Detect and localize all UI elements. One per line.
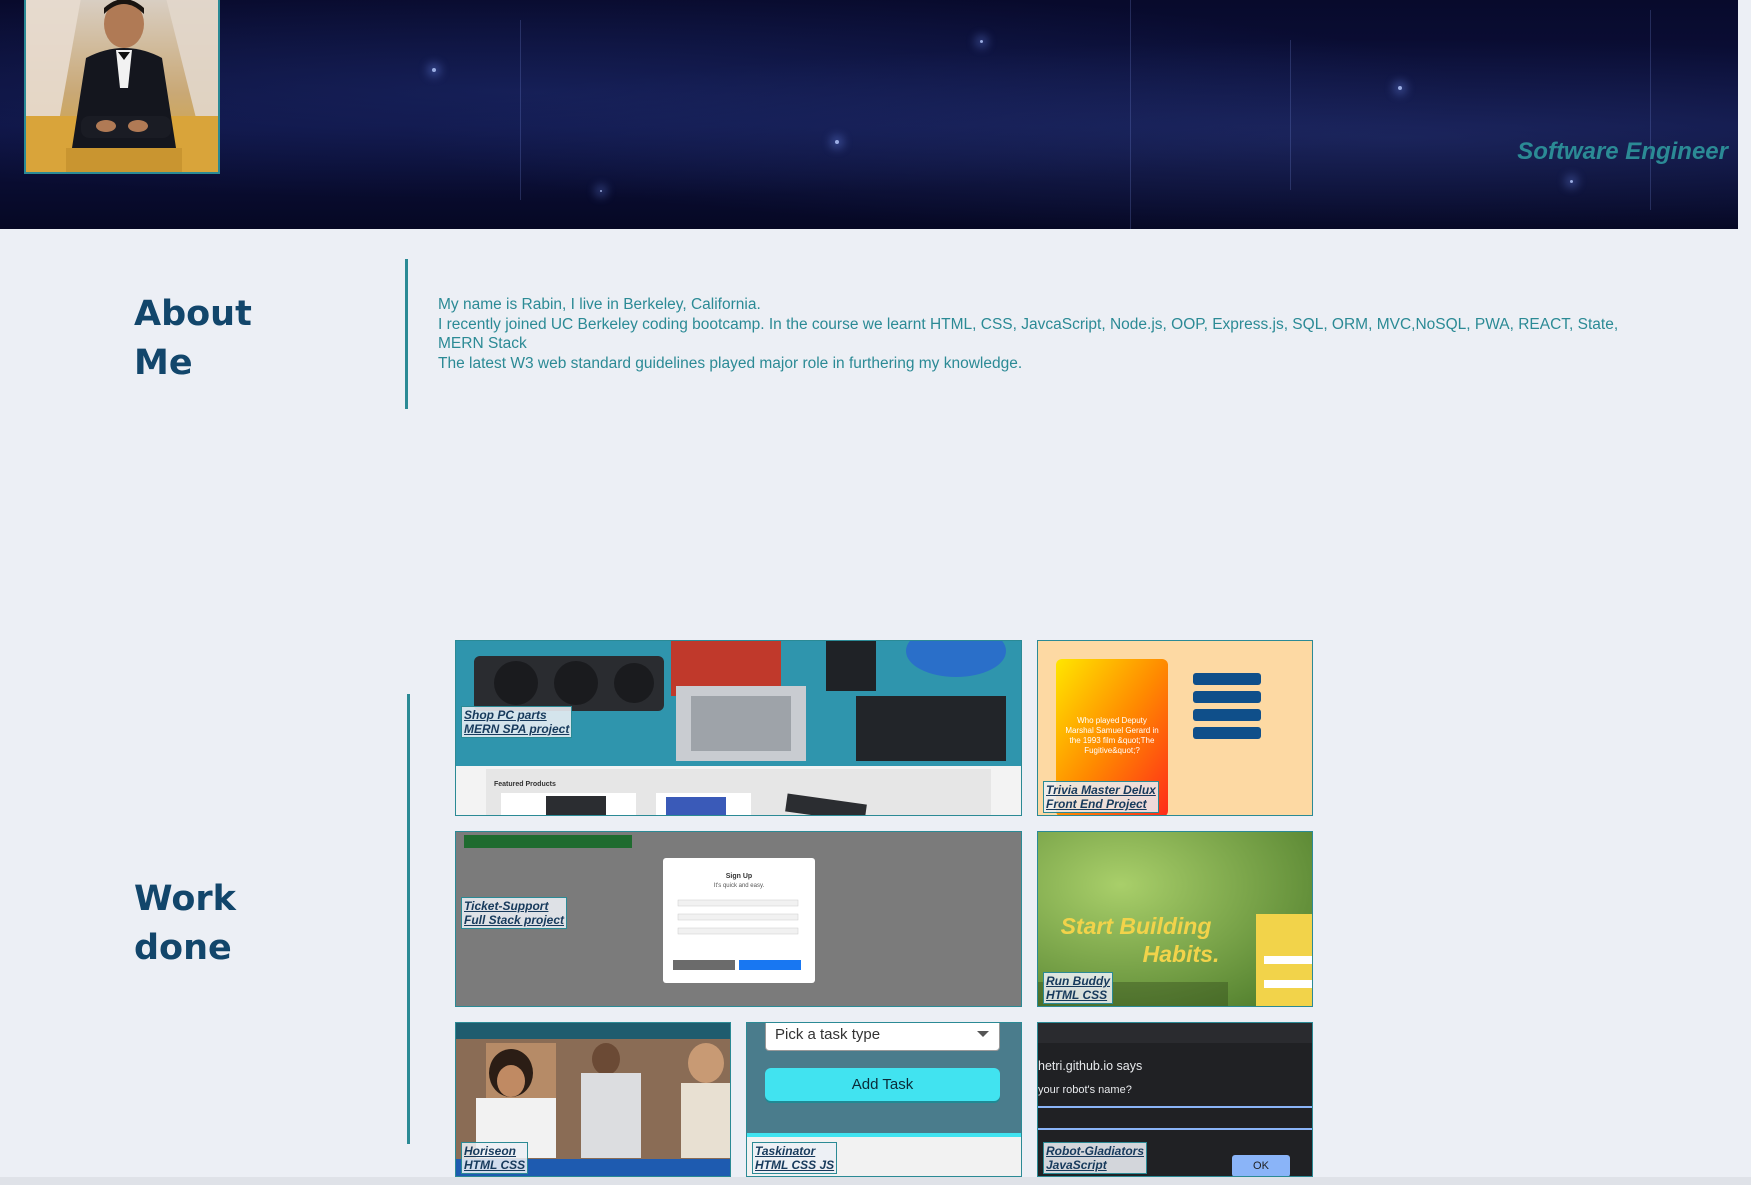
dialog-origin-text: hetri.github.io says <box>1038 1059 1143 1073</box>
about-divider <box>405 259 408 409</box>
project-subtitle[interactable]: Front End Project <box>1046 797 1156 811</box>
header-banner: Software Engineer <box>0 0 1738 229</box>
svg-text:Start Building: Start Building <box>1061 913 1212 939</box>
horizontal-scrollbar[interactable] <box>0 1177 1751 1185</box>
project-subtitle[interactable]: JavaScript <box>1046 1158 1144 1172</box>
about-paragraph: I recently joined UC Berkeley coding boo… <box>438 315 1619 353</box>
profile-photo <box>24 0 220 174</box>
task-type-text: Pick a task type <box>775 1026 881 1043</box>
work-heading: Work done <box>134 875 236 973</box>
svg-text:Marshal Samuel Gerard in: Marshal Samuel Gerard in <box>1065 726 1158 735</box>
project-title[interactable]: Robot-Gladiators <box>1046 1144 1144 1158</box>
work-heading-line2: done <box>134 928 232 968</box>
project-subtitle[interactable]: HTML CSS JS <box>755 1158 834 1172</box>
project-label[interactable]: Ticket-Support Full Stack project <box>461 897 568 929</box>
project-card-ticket-support[interactable]: Sign Up It's quick and easy. Ticket-Supp… <box>455 831 1022 1007</box>
project-title[interactable]: Ticket-Support <box>464 899 564 913</box>
project-subtitle[interactable]: Full Stack project <box>464 913 564 927</box>
about-heading-line2: Me <box>134 343 193 383</box>
about-paragraph: My name is Rabin, I live in Berkeley, Ca… <box>438 296 761 313</box>
task-type-select-preview: Pick a task type <box>765 1023 1000 1051</box>
project-subtitle[interactable]: MERN SPA project <box>464 722 569 736</box>
project-title[interactable]: Shop PC parts <box>464 708 569 722</box>
project-title[interactable]: Trivia Master Delux <box>1046 783 1156 797</box>
project-card-robot-gladiators[interactable]: hetri.github.io says your robot's name? … <box>1037 1022 1313 1177</box>
svg-text:the 1993 film &quot;The: the 1993 film &quot;The <box>1070 736 1155 745</box>
project-title[interactable]: Taskinator <box>755 1144 834 1158</box>
dialog-input-preview <box>1038 1106 1312 1130</box>
project-label[interactable]: Shop PC parts MERN SPA project <box>461 706 573 738</box>
svg-text:Who played Deputy: Who played Deputy <box>1077 716 1147 725</box>
project-label[interactable]: Trivia Master Delux Front End Project <box>1043 781 1159 813</box>
chevron-down-icon <box>977 1031 989 1037</box>
work-heading-line1: Work <box>134 879 236 919</box>
project-card-trivia-master[interactable]: Who played Deputy Marshal Samuel Gerard … <box>1037 640 1313 816</box>
dialog-ok-button-preview: OK <box>1232 1155 1290 1176</box>
project-label[interactable]: Robot-Gladiators JavaScript <box>1043 1142 1147 1174</box>
svg-text:Habits.: Habits. <box>1143 941 1220 967</box>
robot-gladiators-thumbnail <box>1038 1023 1312 1043</box>
work-divider <box>407 694 410 1144</box>
project-subtitle[interactable]: HTML CSS <box>464 1158 525 1172</box>
about-text: My name is Rabin, I live in Berkeley, Ca… <box>438 295 1638 373</box>
project-card-run-buddy[interactable]: Start Building Habits. Run Buddy HTML CS… <box>1037 831 1313 1007</box>
add-task-text: Add Task <box>851 1076 914 1093</box>
project-subtitle[interactable]: HTML CSS <box>1046 988 1110 1002</box>
svg-text:Sign Up: Sign Up <box>726 873 752 880</box>
project-label[interactable]: Horiseon HTML CSS <box>461 1142 529 1174</box>
svg-text:Featured Products: Featured Products <box>494 781 556 788</box>
project-label[interactable]: Taskinator HTML CSS JS <box>752 1142 838 1174</box>
dialog-prompt-text: your robot's name? <box>1038 1084 1132 1096</box>
project-card-taskinator[interactable]: Pick a task type Add Task Taskinator HTM… <box>746 1022 1022 1177</box>
svg-text:Fugitive&quot;?: Fugitive&quot;? <box>1084 746 1140 755</box>
add-task-button-preview: Add Task <box>765 1068 1000 1101</box>
project-label[interactable]: Run Buddy HTML CSS <box>1043 972 1113 1004</box>
svg-text:It's quick and easy.: It's quick and easy. <box>714 883 765 889</box>
project-card-shop-pc-parts[interactable]: Featured Products Shop PC parts MERN SPA… <box>455 640 1022 816</box>
project-title[interactable]: Horiseon <box>464 1144 525 1158</box>
about-heading-line1: About <box>134 294 252 334</box>
project-card-horiseon[interactable]: Horiseon HTML CSS <box>455 1022 731 1177</box>
about-paragraph: The latest W3 web standard guidelines pl… <box>438 354 1023 372</box>
project-title[interactable]: Run Buddy <box>1046 974 1110 988</box>
about-heading: About Me <box>134 290 252 388</box>
role-title: Software Engineer <box>1517 138 1728 165</box>
